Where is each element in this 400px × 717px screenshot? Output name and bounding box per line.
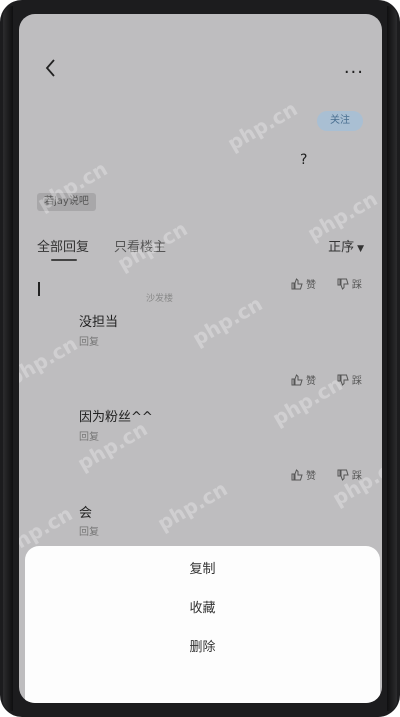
caret-down-icon: ▼ bbox=[357, 244, 364, 254]
follow-button[interactable]: 关注 bbox=[317, 111, 363, 131]
floor-label: 沙发楼 bbox=[146, 294, 174, 304]
more-options-icon[interactable]: ··· bbox=[344, 62, 364, 83]
thumbs-down-icon bbox=[337, 278, 349, 290]
question-title: ? bbox=[300, 152, 308, 168]
action-sheet: 复制 收藏 删除 bbox=[25, 546, 380, 703]
thumbs-up-icon bbox=[291, 277, 303, 289]
upvote-button[interactable]: 赞 bbox=[291, 467, 316, 482]
watermark: php.cn bbox=[153, 476, 232, 536]
upvote-label: 赞 bbox=[306, 280, 316, 291]
watermark: php.cn bbox=[188, 291, 267, 351]
thumbs-up-icon bbox=[291, 468, 303, 480]
downvote-button[interactable]: 踩 bbox=[337, 276, 362, 291]
favorite-option[interactable]: 收藏 bbox=[25, 597, 380, 616]
downvote-label: 踩 bbox=[352, 280, 362, 291]
text-cursor bbox=[38, 282, 40, 296]
tab-all-replies[interactable]: 全部回复 bbox=[37, 236, 89, 255]
reply-link[interactable]: 回复 bbox=[79, 523, 99, 538]
watermark: php.cn bbox=[223, 96, 302, 156]
phone-frame: ··· 关注 ? 若jay说吧 全部回复 只看楼主 正序 ▼ 沙发楼 赞 踩 没担… bbox=[0, 0, 400, 717]
watermark: php.cn bbox=[19, 331, 82, 391]
downvote-label: 踩 bbox=[352, 376, 362, 387]
delete-option[interactable]: 删除 bbox=[25, 636, 380, 655]
back-arrow-icon[interactable] bbox=[43, 58, 59, 78]
upvote-button[interactable]: 赞 bbox=[291, 276, 316, 291]
reply-link[interactable]: 回复 bbox=[79, 333, 99, 348]
reply-text: 没担当 bbox=[79, 315, 119, 330]
bezel-right bbox=[387, 6, 397, 711]
copy-option[interactable]: 复制 bbox=[25, 558, 380, 577]
thumbs-up-icon bbox=[291, 373, 303, 385]
reply-text: 会 bbox=[79, 506, 93, 521]
upvote-label: 赞 bbox=[306, 471, 316, 482]
sort-label: 正序 bbox=[328, 240, 355, 255]
sort-dropdown[interactable]: 正序 ▼ bbox=[328, 236, 364, 255]
app-screen: ··· 关注 ? 若jay说吧 全部回复 只看楼主 正序 ▼ 沙发楼 赞 踩 没担… bbox=[19, 14, 382, 703]
bezel-left bbox=[3, 6, 13, 711]
watermark: php.cn bbox=[73, 416, 152, 476]
active-tab-indicator bbox=[51, 259, 77, 261]
